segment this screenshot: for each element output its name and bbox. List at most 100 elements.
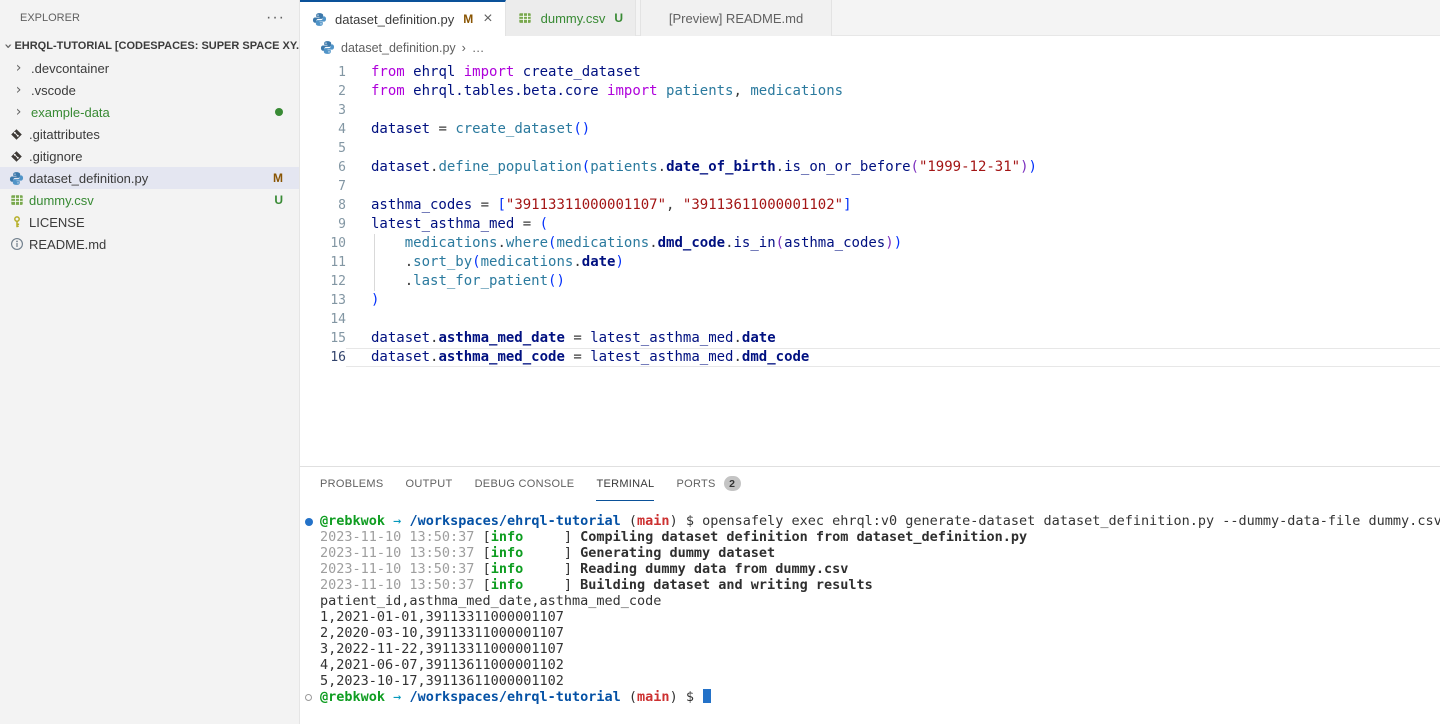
close-icon[interactable]: × bbox=[483, 12, 492, 26]
terminal-token-plain: [ bbox=[483, 545, 491, 561]
token-pln bbox=[405, 64, 413, 80]
terminal-token-plain: ) $ bbox=[670, 689, 703, 705]
sidebar-item-gitignore[interactable]: .gitignore bbox=[0, 145, 299, 167]
terminal-line: patient_id,asthma_med_date,asthma_med_co… bbox=[320, 593, 1440, 609]
breadcrumb-file[interactable]: dataset_definition.py bbox=[341, 41, 456, 55]
line-number: 7 bbox=[300, 177, 346, 196]
token-pln: . bbox=[371, 254, 413, 270]
terminal-token-user: @rebkwok bbox=[320, 513, 385, 529]
line-number: 9 bbox=[300, 215, 346, 234]
terminal-token-plain: opensafely exec ehrql:v0 generate-datase… bbox=[702, 513, 1440, 529]
tab-dirty-badge: M bbox=[463, 12, 473, 26]
token-br1: ) bbox=[582, 121, 590, 137]
token-pln bbox=[514, 64, 522, 80]
tab-dataset-definition-py[interactable]: dataset_definition.pyM× bbox=[300, 0, 506, 36]
token-fn: sort_by bbox=[413, 254, 472, 270]
token-br1: ) bbox=[371, 292, 379, 308]
terminal-line: 3,2022-11-22,39113311000001107 bbox=[320, 641, 1440, 657]
line-number: 15 bbox=[300, 329, 346, 348]
chevron-right-icon: › bbox=[10, 60, 27, 76]
terminal-token-plain bbox=[523, 577, 564, 593]
panel-tab-label: PROBLEMS bbox=[320, 478, 384, 490]
tab-dummy-csv[interactable]: dummy.csvU bbox=[506, 0, 636, 36]
token-var: asthma_codes bbox=[371, 197, 472, 213]
token-pln: . bbox=[371, 273, 413, 289]
untracked-dot-badge bbox=[275, 108, 283, 116]
code-line-2: 2from ehrql.tables.beta.core import pati… bbox=[300, 82, 1440, 101]
token-pln bbox=[658, 83, 666, 99]
sidebar-item-devcontainer[interactable]: ›.devcontainer bbox=[0, 57, 299, 79]
terminal-token-msg: Compiling dataset definition from datase… bbox=[580, 529, 1027, 545]
more-actions-icon[interactable]: ··· bbox=[266, 13, 285, 23]
code-content: ) bbox=[346, 291, 1440, 310]
token-prop: date bbox=[582, 254, 616, 270]
file-label: LICENSE bbox=[29, 215, 85, 230]
token-fn: medications bbox=[405, 235, 498, 251]
sidebar-item-readme-md[interactable]: README.md bbox=[0, 233, 299, 255]
command-idle-icon bbox=[305, 694, 312, 701]
sidebar-item-license[interactable]: LICENSE bbox=[0, 211, 299, 233]
panel-tab-label: TERMINAL bbox=[596, 478, 654, 490]
line-number: 10 bbox=[300, 234, 346, 253]
explorer-root-header[interactable]: › EHRQL-TUTORIAL [CODESPACES: SUPER SPAC… bbox=[0, 35, 299, 57]
line-number: 14 bbox=[300, 310, 346, 329]
line-number: 1 bbox=[300, 63, 346, 82]
sidebar-item-gitattributes[interactable]: .gitattributes bbox=[0, 123, 299, 145]
file-label: .vscode bbox=[31, 83, 76, 98]
token-br1: ) bbox=[615, 254, 623, 270]
token-pln: , bbox=[733, 83, 750, 99]
terminal-token-plain: 1,2021-01-01,39113311000001107 bbox=[320, 609, 564, 625]
token-br2: ) bbox=[885, 235, 893, 251]
terminal-token-path: /workspaces/ehrql-tutorial bbox=[409, 513, 620, 529]
explorer-title-bar: EXPLORER ··· bbox=[0, 0, 299, 35]
token-br1: [ bbox=[497, 197, 505, 213]
panel-tab-terminal[interactable]: TERMINAL bbox=[596, 467, 654, 501]
tab-preview-readme-md[interactable]: [Preview] README.md bbox=[640, 0, 832, 36]
token-prop: dmd_code bbox=[742, 349, 809, 365]
ports-count-badge: 2 bbox=[724, 476, 741, 491]
sidebar-item-example-data[interactable]: ›example-data bbox=[0, 101, 299, 123]
code-editor[interactable]: 1from ehrql import create_dataset2from e… bbox=[300, 59, 1440, 466]
file-label: dataset_definition.py bbox=[29, 171, 148, 186]
token-var: dataset bbox=[371, 349, 430, 365]
token-prop: dmd_code bbox=[658, 235, 725, 251]
line-number: 2 bbox=[300, 82, 346, 101]
token-var: dataset bbox=[371, 121, 430, 137]
explorer-root-label: EHRQL-TUTORIAL [CODESPACES: SUPER SPACE … bbox=[14, 40, 299, 52]
terminal-token-dim: 2023-11-10 13:50:37 bbox=[320, 577, 483, 593]
git-status-badge: M bbox=[273, 171, 283, 185]
breadcrumb-symbol[interactable]: … bbox=[472, 41, 485, 55]
panel-tab-output[interactable]: OUTPUT bbox=[406, 467, 453, 501]
code-content: medications.where(medications.dmd_code.i… bbox=[346, 234, 1440, 253]
terminal-token-info: info bbox=[491, 529, 524, 545]
terminal-token-info: info bbox=[491, 545, 524, 561]
token-kw: from bbox=[371, 83, 405, 99]
token-var: latest_asthma_med bbox=[590, 349, 733, 365]
token-pln: . bbox=[776, 159, 784, 175]
token-str: "1999-12-31" bbox=[919, 159, 1020, 175]
code-content bbox=[346, 139, 1440, 158]
panel-tab-debug-console[interactable]: DEBUG CONSOLE bbox=[475, 467, 575, 501]
code-content: latest_asthma_med = ( bbox=[346, 215, 1440, 234]
terminal-line: @rebkwok → /workspaces/ehrql-tutorial (m… bbox=[320, 689, 1440, 705]
token-prop: date_of_birth bbox=[666, 159, 776, 175]
token-pln: . bbox=[733, 330, 741, 346]
token-br1: ) bbox=[1029, 159, 1037, 175]
sidebar-item-dataset-definition-py[interactable]: dataset_definition.py M bbox=[0, 167, 299, 189]
terminal[interactable]: @rebkwok → /workspaces/ehrql-tutorial (m… bbox=[300, 501, 1440, 705]
token-fn: medications bbox=[481, 254, 574, 270]
code-line-7: 7 bbox=[300, 177, 1440, 196]
token-br1: ( bbox=[582, 159, 590, 175]
panel-tab-problems[interactable]: PROBLEMS bbox=[320, 467, 384, 501]
token-pln bbox=[371, 235, 405, 251]
sidebar-item-vscode[interactable]: ›.vscode bbox=[0, 79, 299, 101]
token-pln: = bbox=[430, 121, 455, 137]
git-icon bbox=[8, 126, 25, 142]
code-content: .sort_by(medications.date) bbox=[346, 253, 1440, 272]
terminal-line: 2023-11-10 13:50:37 [info ] Reading dumm… bbox=[320, 561, 1440, 577]
code-line-14: 14 bbox=[300, 310, 1440, 329]
token-fn: medications bbox=[750, 83, 843, 99]
terminal-token-plain: ) $ bbox=[670, 513, 703, 529]
sidebar-item-dummy-csv[interactable]: dummy.csvU bbox=[0, 189, 299, 211]
panel-tab-ports[interactable]: PORTS2 bbox=[676, 467, 740, 501]
